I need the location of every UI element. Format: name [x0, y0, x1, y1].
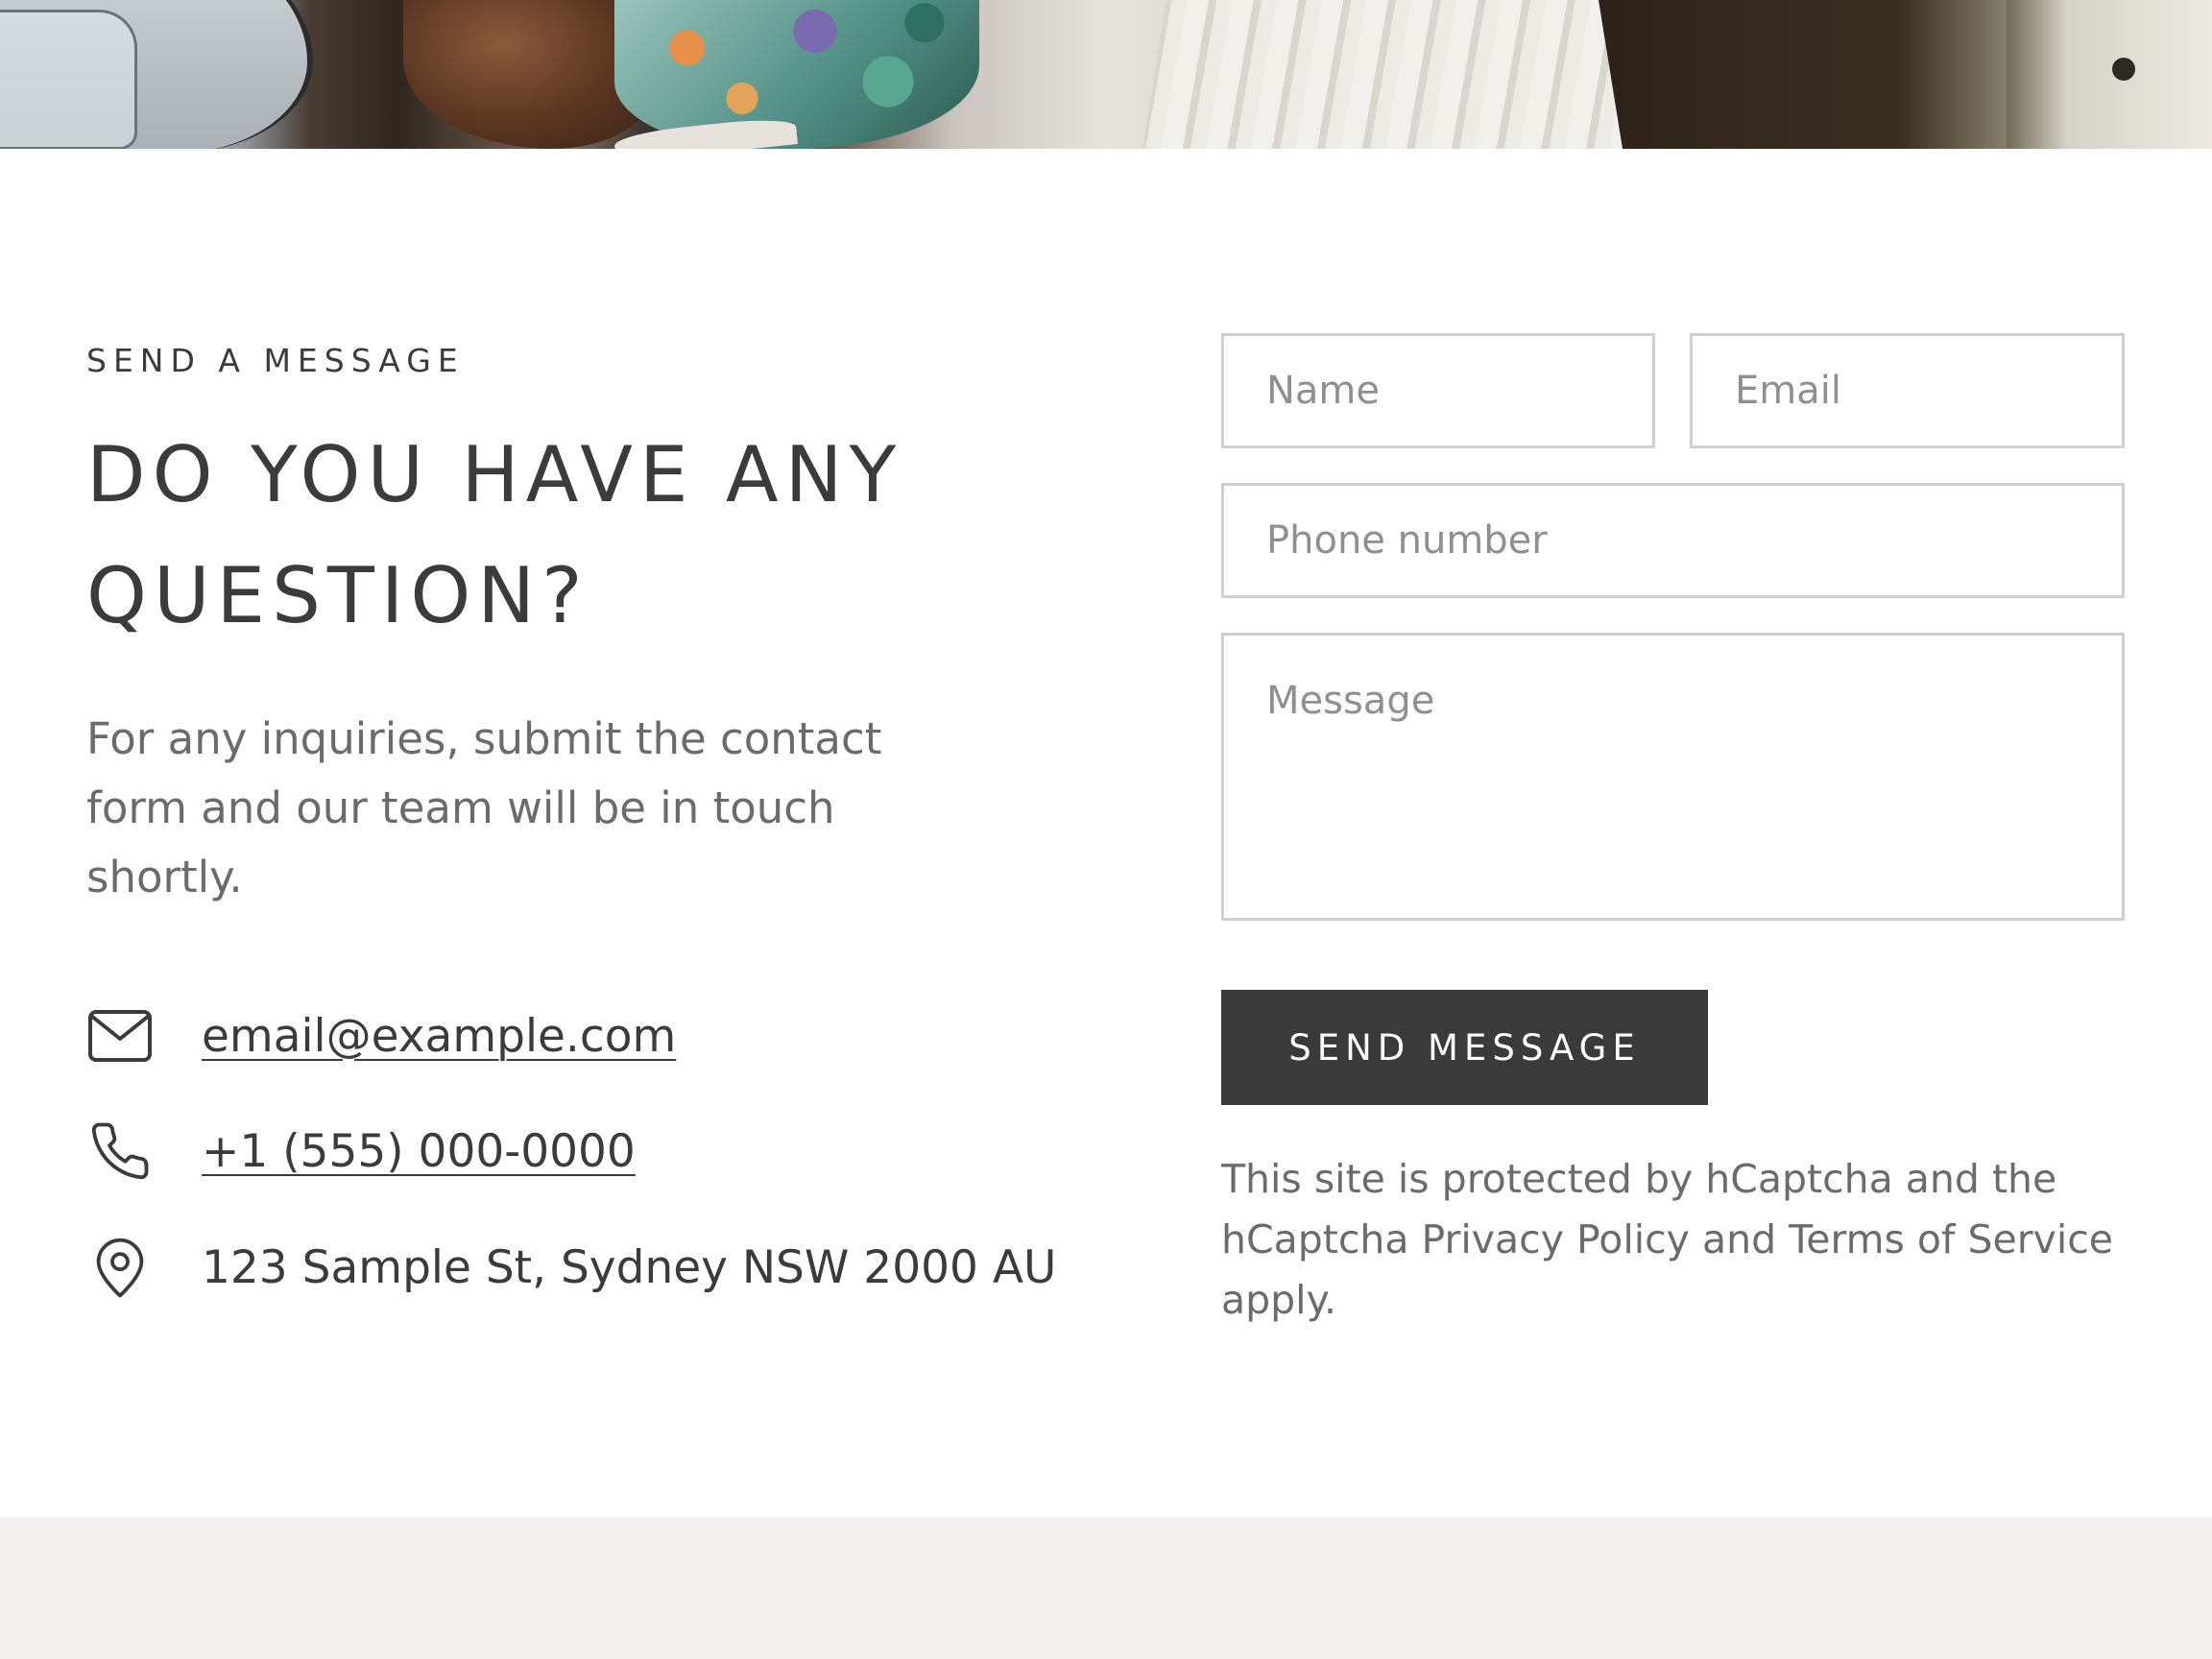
- contact-email-row: email@example.com: [86, 1004, 676, 1068]
- phone-input[interactable]: [1221, 483, 2125, 598]
- section-eyebrow: SEND A MESSAGE: [86, 342, 465, 379]
- address-text: 123 Sample St, Sydney NSW 2000 AU: [202, 1240, 1057, 1294]
- contact-address-row: 123 Sample St, Sydney NSW 2000 AU: [86, 1236, 1056, 1299]
- email-link[interactable]: email@example.com: [202, 1010, 676, 1063]
- hero-photo-car-window: [0, 10, 137, 149]
- message-textarea[interactable]: [1221, 633, 2125, 921]
- phone-link[interactable]: +1 (555) 000-0000: [202, 1125, 636, 1178]
- hero-photo-shorts: [614, 0, 979, 149]
- email-input[interactable]: [1690, 333, 2125, 448]
- name-input[interactable]: [1221, 333, 1655, 448]
- hero-photo-door-handle: [2112, 58, 2135, 81]
- footer-band: [0, 1517, 2212, 1659]
- send-message-button[interactable]: SEND MESSAGE: [1221, 990, 1708, 1105]
- hero-photo-car-door: [2007, 0, 2212, 149]
- captcha-notice: This site is protected by hCaptcha and t…: [1221, 1156, 2113, 1323]
- map-pin-icon: [86, 1236, 154, 1299]
- mail-icon: [86, 1004, 154, 1068]
- contact-phone-row: +1 (555) 000-0000: [86, 1119, 636, 1183]
- phone-icon: [86, 1119, 154, 1183]
- page-title: DO YOU HAVE ANY QUESTION?: [86, 430, 903, 640]
- intro-text: For any inquiries, submit the contact fo…: [86, 713, 882, 902]
- hero-photo: [0, 0, 2212, 149]
- hero-photo-dress: [1142, 0, 1623, 149]
